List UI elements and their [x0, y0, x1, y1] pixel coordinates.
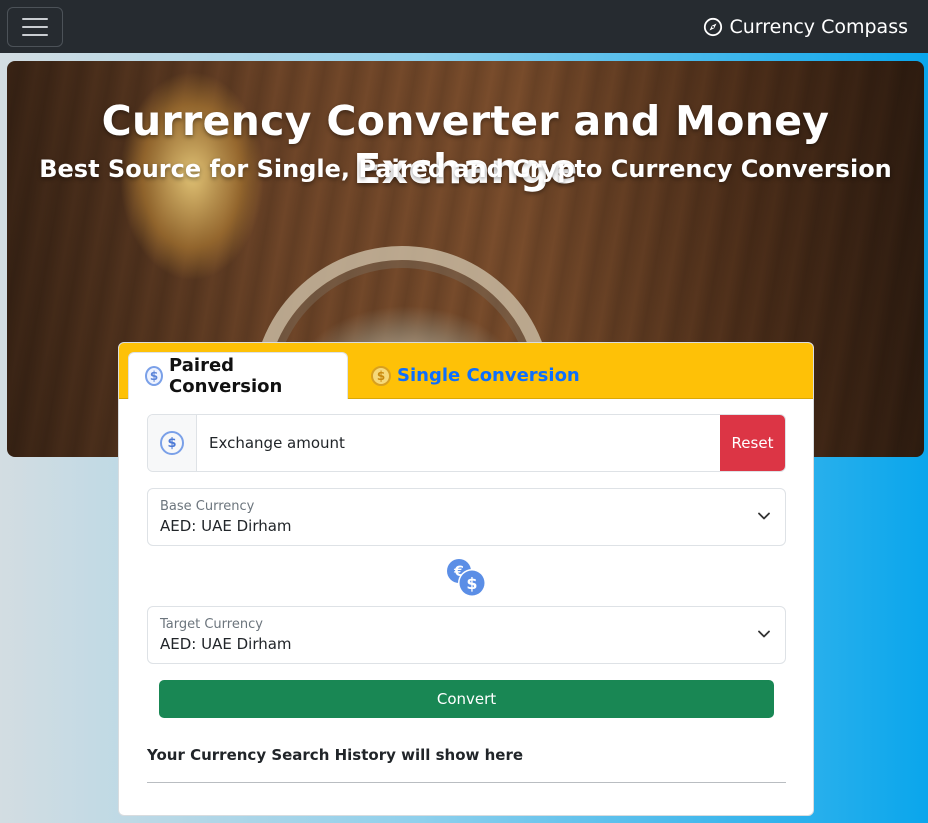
base-currency-select[interactable]: Base Currency AED: UAE Dirham — [147, 488, 786, 546]
brand-link[interactable]: Currency Compass — [703, 16, 908, 38]
converter-card: $ Paired Conversion $ Single Conversion … — [118, 342, 814, 816]
target-currency-value: AED: UAE Dirham — [160, 635, 292, 653]
search-history-text: Your Currency Search History will show h… — [147, 746, 524, 764]
hero-subtitle: Best Source for Single, Paired and Crypt… — [39, 155, 892, 183]
tab-paired-conversion[interactable]: $ Paired Conversion — [128, 352, 348, 399]
svg-text:$: $ — [466, 574, 477, 593]
dollar-coin-icon: $ — [371, 365, 391, 386]
euro-dollar-swap-icon[interactable]: € $ — [445, 557, 487, 599]
tab-bar: $ Paired Conversion $ Single Conversion — [119, 343, 813, 399]
brand-label: Currency Compass — [729, 15, 908, 38]
tab-label: Single Conversion — [397, 365, 580, 386]
base-currency-label: Base Currency — [160, 499, 255, 514]
reset-button[interactable]: Reset — [720, 415, 785, 471]
target-currency-label: Target Currency — [160, 617, 263, 632]
convert-button[interactable]: Convert — [159, 680, 774, 718]
exchange-amount-input[interactable] — [197, 415, 720, 471]
base-currency-value: AED: UAE Dirham — [160, 517, 292, 535]
divider — [147, 782, 786, 783]
chevron-down-icon — [758, 630, 770, 638]
top-navbar: Currency Compass — [0, 0, 928, 53]
compass-icon — [704, 17, 723, 36]
dollar-coin-icon: $ — [145, 366, 164, 386]
chevron-down-icon — [758, 512, 770, 520]
tab-single-conversion[interactable]: $ Single Conversion — [355, 352, 596, 399]
hamburger-menu-icon[interactable] — [7, 6, 63, 47]
amount-input-group: $ Reset — [147, 414, 786, 472]
dollar-coin-icon: $ — [160, 431, 184, 455]
amount-prefix: $ — [148, 415, 197, 471]
target-currency-select[interactable]: Target Currency AED: UAE Dirham — [147, 606, 786, 664]
tab-label: Paired Conversion — [169, 355, 283, 397]
